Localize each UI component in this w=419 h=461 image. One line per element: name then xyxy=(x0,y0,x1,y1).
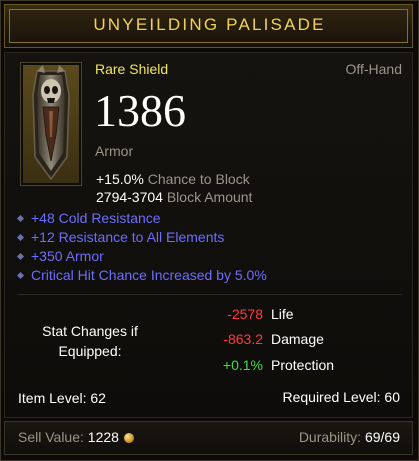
durability: Durability: 69/69 xyxy=(299,429,400,445)
affix-bullet-icon xyxy=(16,252,25,261)
affix-cold-resistance: +48 Cold Resistance xyxy=(16,210,161,226)
life-change-value: -2578 xyxy=(227,306,263,322)
damage-change-value: -863.2 xyxy=(223,331,263,347)
block-chance-stat: +15.0% Chance to Block xyxy=(96,171,250,187)
item-slot: Off-Hand xyxy=(345,61,402,77)
block-amount-stat: 2794-3704 Block Amount xyxy=(96,189,252,205)
block-amount-label: Block Amount xyxy=(166,189,253,205)
block-chance-label: Chance to Block xyxy=(147,171,250,187)
sell-value-label: Sell Value: xyxy=(18,429,84,445)
durability-label: Durability: xyxy=(298,429,362,445)
stat-changes-title: Stat Changes if Equipped: xyxy=(42,323,138,359)
protection-change-value: +0.1% xyxy=(222,357,263,373)
required-level: Required Level: 60 xyxy=(282,389,400,405)
gold-coin-icon xyxy=(123,433,134,443)
sell-value-amount: 1228 xyxy=(87,429,119,445)
block-chance-value: +15.0% xyxy=(96,171,144,187)
skull-shield-icon xyxy=(23,65,79,183)
item-rarity: Rare Shield xyxy=(95,61,169,77)
affix-bullet-icon xyxy=(16,214,25,223)
affix-bullet-icon xyxy=(16,233,25,242)
damage-change-label: Damage xyxy=(271,331,324,347)
item-name: UNYEILDING PALISADE xyxy=(93,15,326,34)
item-icon-frame xyxy=(20,62,82,186)
affix-bullet-icon xyxy=(16,271,25,280)
armor-value: 1386 xyxy=(94,85,186,136)
affix-crit-chance: Critical Hit Chance Increased by 5.0% xyxy=(16,267,267,283)
durability-value: 69/69 xyxy=(364,429,400,445)
section-divider xyxy=(18,294,402,295)
sell-value: Sell Value: 1228 xyxy=(18,429,134,445)
item-level: Item Level: 62 xyxy=(18,390,106,406)
life-change-label: Life xyxy=(271,306,294,322)
protection-change-label: Protection xyxy=(271,357,335,373)
block-amount-value: 2794-3704 xyxy=(96,189,163,205)
affix-armor: +350 Armor xyxy=(16,248,104,264)
affix-all-resistance: +12 Resistance to All Elements xyxy=(16,229,224,245)
armor-label: Armor xyxy=(95,143,134,159)
